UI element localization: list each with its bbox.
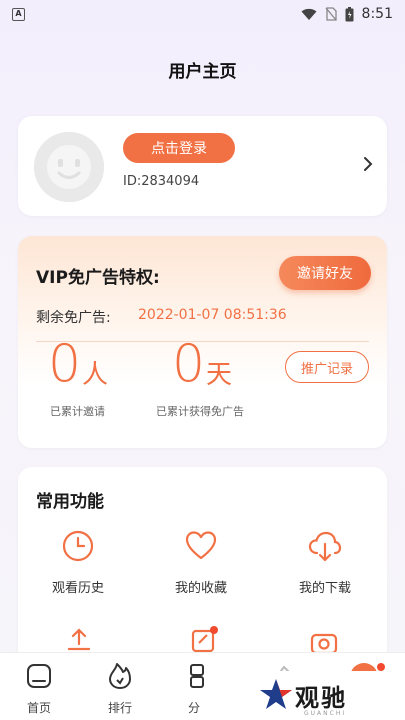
chevron-right-icon[interactable] bbox=[363, 156, 373, 172]
watch-history-item[interactable]: 观看历史 bbox=[23, 529, 133, 596]
avatar[interactable] bbox=[34, 132, 104, 202]
edit-icon[interactable] bbox=[190, 625, 220, 655]
tab-home-label: 首页 bbox=[26, 701, 51, 715]
functions-card: 常用功能 观看历史 我的收藏 我的下载 bbox=[18, 467, 387, 667]
invited-unit: 人 bbox=[82, 360, 109, 390]
page-title: 用户主页 bbox=[168, 62, 237, 82]
status-time: 8:51 bbox=[361, 6, 393, 22]
login-button[interactable]: 点击登录 bbox=[123, 133, 235, 163]
remain-value: 2022-01-07 08:51:36 bbox=[138, 307, 287, 323]
promotion-record-button[interactable]: 推广记录 bbox=[285, 351, 369, 383]
invited-label: 已累计邀请 bbox=[50, 405, 105, 418]
user-id: ID:2834094 bbox=[123, 174, 200, 189]
downloads-item[interactable]: 我的下载 bbox=[270, 529, 380, 596]
watermark-logo: 观驰 GUANCHI bbox=[208, 671, 405, 720]
invite-friends-button[interactable]: 邀请好友 bbox=[279, 256, 371, 290]
watermark-text: 观驰 bbox=[295, 684, 347, 712]
vip-title: VIP免广告特权: bbox=[36, 268, 160, 288]
downloads-label: 我的下载 bbox=[298, 581, 351, 596]
vip-card: VIP免广告特权: 邀请好友 剩余免广告: 2022-01-07 08:51:3… bbox=[18, 236, 387, 448]
home-icon bbox=[27, 664, 51, 688]
tab-ranking[interactable]: 排行 bbox=[90, 661, 150, 716]
smiley-avatar-icon bbox=[34, 132, 104, 202]
app-notification-icon: A bbox=[12, 7, 25, 21]
days-label: 已累计获得免广告 bbox=[156, 405, 244, 418]
watch-history-label: 观看历史 bbox=[51, 581, 104, 596]
remain-label: 剩余免广告: bbox=[36, 310, 111, 326]
cloud-download-icon bbox=[308, 531, 342, 562]
tab-ranking-label: 排行 bbox=[107, 701, 132, 715]
upload-icon[interactable] bbox=[66, 627, 92, 653]
status-bar: A 8:51 bbox=[0, 0, 405, 28]
days-count: 0 bbox=[172, 334, 206, 394]
no-sim-icon bbox=[325, 7, 337, 21]
fire-icon bbox=[109, 663, 131, 689]
user-card[interactable]: 点击登录 ID:2834094 bbox=[18, 116, 387, 216]
heart-icon bbox=[185, 531, 217, 560]
days-unit: 天 bbox=[206, 360, 233, 390]
favorites-item[interactable]: 我的收藏 bbox=[146, 529, 256, 596]
battery-icon bbox=[345, 6, 354, 21]
star-logo-icon bbox=[260, 679, 292, 709]
clock-icon bbox=[62, 530, 94, 562]
tab-home[interactable]: 首页 bbox=[9, 661, 69, 716]
wifi-icon bbox=[301, 8, 317, 20]
watermark-subtext: GUANCHI bbox=[304, 710, 347, 717]
favorites-label: 我的收藏 bbox=[174, 581, 227, 596]
functions-title: 常用功能 bbox=[36, 492, 104, 512]
invited-count: 0 bbox=[48, 334, 82, 394]
